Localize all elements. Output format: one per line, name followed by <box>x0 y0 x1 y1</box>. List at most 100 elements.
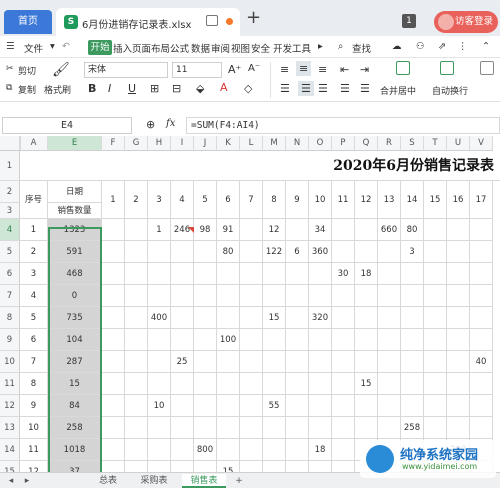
column-header[interactable]: G <box>125 136 148 151</box>
copy-icon[interactable]: ⧉ <box>6 83 12 93</box>
data-cell[interactable] <box>447 263 470 285</box>
search-label[interactable]: 查找 <box>352 41 371 55</box>
merge-center-button[interactable]: 合并居中 <box>380 84 416 97</box>
seq-cell[interactable]: 7 <box>20 351 48 373</box>
data-cell[interactable] <box>102 439 125 461</box>
data-cell[interactable]: 100 <box>217 329 240 351</box>
more-options-icon[interactable]: ⋮ <box>458 41 468 52</box>
total-cell[interactable]: 104 <box>48 329 102 351</box>
data-cell[interactable] <box>240 241 263 263</box>
data-cell[interactable] <box>217 307 240 329</box>
row-header[interactable]: 14 <box>0 439 20 461</box>
data-cell[interactable] <box>447 329 470 351</box>
data-cell[interactable] <box>424 241 447 263</box>
data-cell[interactable]: 3 <box>401 241 424 263</box>
data-cell[interactable]: 15 <box>355 373 378 395</box>
column-header[interactable]: O <box>309 136 332 151</box>
data-cell[interactable] <box>171 373 194 395</box>
data-cell[interactable] <box>378 241 401 263</box>
data-cell[interactable] <box>309 351 332 373</box>
data-cell[interactable] <box>194 395 217 417</box>
data-cell[interactable] <box>148 373 171 395</box>
menu-home[interactable]: 开始 <box>88 40 112 55</box>
cloud-icon[interactable]: ☁ <box>392 41 402 52</box>
data-cell[interactable] <box>447 241 470 263</box>
next-sheet-icon[interactable]: ▸ <box>20 474 34 488</box>
align-bottom-icon[interactable]: ≡ <box>318 63 327 76</box>
data-cell[interactable] <box>217 263 240 285</box>
data-cell[interactable] <box>309 285 332 307</box>
data-cell[interactable] <box>355 417 378 439</box>
data-cell[interactable] <box>171 461 194 472</box>
data-cell[interactable] <box>332 285 355 307</box>
data-cell[interactable] <box>240 417 263 439</box>
align-right-icon[interactable]: ☰ <box>318 82 328 95</box>
total-cell[interactable]: 591 <box>48 241 102 263</box>
data-cell[interactable] <box>263 373 286 395</box>
data-cell[interactable]: 25 <box>171 351 194 373</box>
data-cell[interactable] <box>309 373 332 395</box>
data-cell[interactable] <box>171 263 194 285</box>
total-cell[interactable]: 0 <box>48 285 102 307</box>
data-cell[interactable] <box>355 329 378 351</box>
data-cell[interactable] <box>286 417 309 439</box>
increase-font-icon[interactable]: A⁺ <box>228 63 241 76</box>
data-cell[interactable] <box>332 307 355 329</box>
share-icon[interactable]: ⇗ <box>438 41 446 52</box>
visitor-login-button[interactable]: 访客登录 <box>434 11 498 33</box>
data-cell[interactable] <box>355 219 378 241</box>
data-cell[interactable] <box>217 373 240 395</box>
column-header[interactable]: I <box>171 136 194 151</box>
data-cell[interactable] <box>217 395 240 417</box>
sheet-tab-sales[interactable]: 销售表 <box>182 474 226 488</box>
menu-security[interactable]: 安全 <box>251 41 270 55</box>
data-cell[interactable] <box>332 241 355 263</box>
data-cell[interactable] <box>102 285 125 307</box>
data-cell[interactable] <box>470 241 493 263</box>
data-cell[interactable] <box>447 307 470 329</box>
data-cell[interactable] <box>378 373 401 395</box>
data-cell[interactable] <box>332 329 355 351</box>
data-cell[interactable] <box>171 307 194 329</box>
row-header[interactable]: 13 <box>0 417 20 439</box>
comment-indicator-icon[interactable] <box>188 227 194 233</box>
data-cell[interactable] <box>240 219 263 241</box>
data-cell[interactable] <box>240 263 263 285</box>
data-cell[interactable] <box>355 395 378 417</box>
data-cell[interactable] <box>378 417 401 439</box>
data-cell[interactable] <box>194 307 217 329</box>
sheet-tab-summary[interactable]: 总表 <box>88 474 128 488</box>
total-cell[interactable]: 1018 <box>48 439 102 461</box>
total-cell[interactable]: 258 <box>48 417 102 439</box>
data-cell[interactable]: 15 <box>217 461 240 472</box>
total-cell[interactable]: 1323 <box>48 219 102 241</box>
data-cell[interactable] <box>194 329 217 351</box>
data-cell[interactable] <box>148 241 171 263</box>
total-cell[interactable]: 735 <box>48 307 102 329</box>
align-left-icon[interactable]: ☰ <box>280 82 290 95</box>
wrap-text-icon[interactable] <box>440 61 454 75</box>
data-cell[interactable]: 80 <box>401 219 424 241</box>
data-cell[interactable] <box>447 285 470 307</box>
data-cell[interactable] <box>355 351 378 373</box>
row-header[interactable]: 5 <box>0 241 20 263</box>
data-cell[interactable] <box>171 329 194 351</box>
data-cell[interactable] <box>125 219 148 241</box>
hamburger-icon[interactable]: ☰ <box>6 41 15 52</box>
data-cell[interactable]: 1 <box>148 219 171 241</box>
row-header[interactable]: 7 <box>0 285 20 307</box>
data-cell[interactable] <box>286 263 309 285</box>
data-cell[interactable] <box>217 285 240 307</box>
select-all-corner[interactable] <box>0 136 20 151</box>
data-cell[interactable]: 80 <box>217 241 240 263</box>
data-cell[interactable] <box>470 263 493 285</box>
border-icon[interactable]: ⊞ <box>150 82 159 95</box>
wrap-text-button[interactable]: 自动换行 <box>432 84 468 97</box>
data-cell[interactable] <box>401 329 424 351</box>
data-cell[interactable] <box>171 395 194 417</box>
data-cell[interactable] <box>171 241 194 263</box>
window-count-badge[interactable]: 1 <box>402 14 416 28</box>
data-cell[interactable] <box>378 263 401 285</box>
data-cell[interactable] <box>286 351 309 373</box>
seq-cell[interactable]: 10 <box>20 417 48 439</box>
